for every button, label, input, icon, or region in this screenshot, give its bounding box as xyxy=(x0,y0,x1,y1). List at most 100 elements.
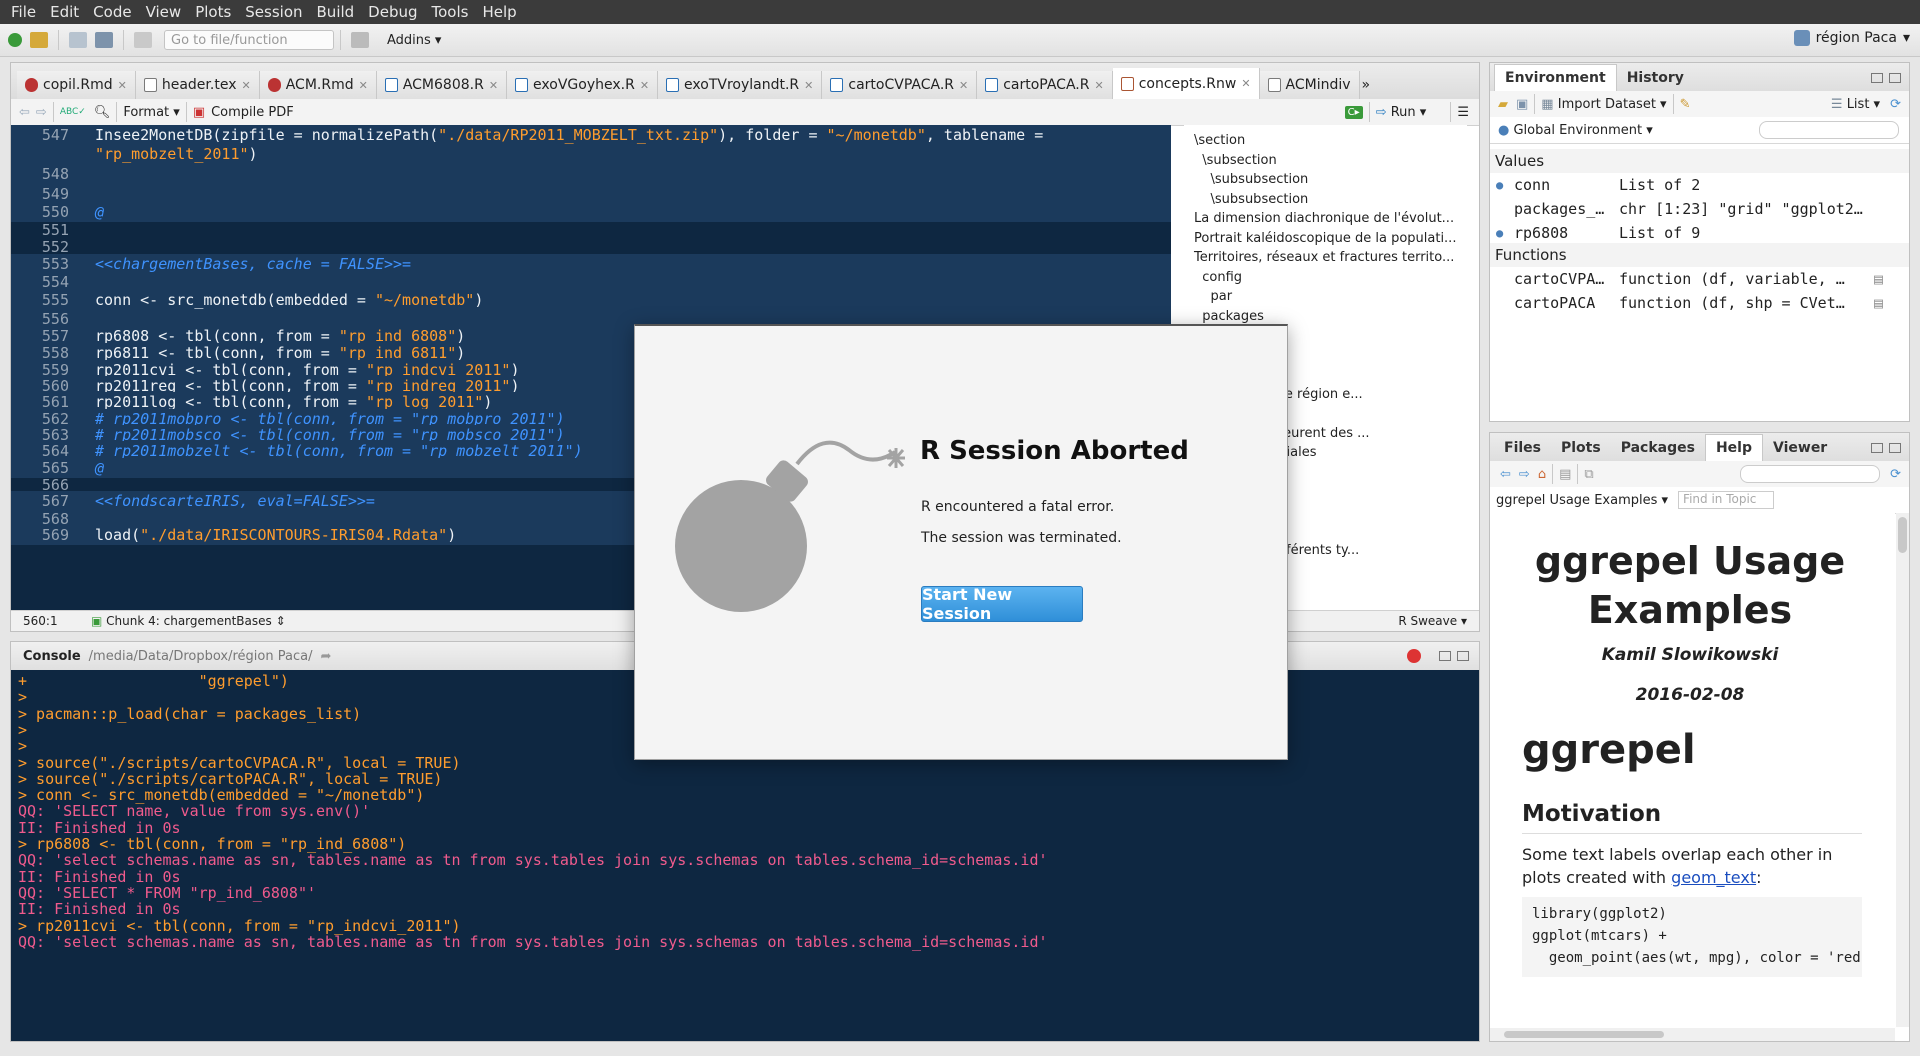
tab-header-tex[interactable]: header.tex ✕ xyxy=(135,71,260,99)
refresh-icon[interactable]: ⟳ xyxy=(1890,467,1901,482)
menu-tools[interactable]: Tools xyxy=(425,3,476,21)
environment-row[interactable]: cartoPACA function (df, shp = CVet… ▤ xyxy=(1490,291,1909,315)
code-line[interactable]: 554 xyxy=(11,272,1171,292)
menu-plots[interactable]: Plots xyxy=(188,3,238,21)
stop-icon[interactable] xyxy=(1407,649,1421,663)
tab-acm6808-r[interactable]: ACM6808.R ✕ xyxy=(376,71,508,99)
outline-item[interactable]: \section xyxy=(1184,133,1467,153)
help-scrollbar[interactable] xyxy=(1896,513,1909,1027)
code-line[interactable]: 548 xyxy=(11,164,1171,184)
tab-concepts-rnw[interactable]: concepts.Rnw ✕ xyxy=(1112,68,1260,99)
start-new-session-button[interactable]: Start New Session xyxy=(921,585,1083,623)
print-icon[interactable]: ▤ xyxy=(1559,467,1571,482)
environment-search-input[interactable] xyxy=(1759,121,1899,139)
spellcheck-icon[interactable]: ABC✓ xyxy=(60,107,86,117)
menu-file[interactable]: File xyxy=(0,3,43,21)
project-menu[interactable]: région Paca ▾ xyxy=(1793,30,1910,46)
tab-environment[interactable]: Environment xyxy=(1494,64,1617,91)
close-icon[interactable]: ✕ xyxy=(489,79,498,92)
tab-cartopaca-r[interactable]: cartoPACA.R ✕ xyxy=(977,71,1113,99)
popout-icon[interactable]: ⧉ xyxy=(1584,467,1593,482)
compile-pdf-button[interactable]: Compile PDF xyxy=(211,105,294,120)
outline-item[interactable]: \subsubsection xyxy=(1184,192,1467,212)
environment-row[interactable]: ● conn List of 2 xyxy=(1490,173,1909,197)
code-line[interactable]: 553 <<chargementBases, cache = FALSE>>= xyxy=(11,254,1171,274)
format-menu[interactable]: Format ▾ xyxy=(123,105,179,120)
more-tabs-icon[interactable]: » xyxy=(1362,77,1371,93)
tab-cartocvpaca-r[interactable]: cartoCVPACA.R ✕ xyxy=(822,71,978,99)
close-icon[interactable]: ✕ xyxy=(359,79,368,92)
tab-plots[interactable]: Plots xyxy=(1551,435,1611,461)
run-chunk-icon[interactable]: C▸ xyxy=(1344,105,1363,119)
forward-icon[interactable]: ⇨ xyxy=(1519,467,1530,482)
environment-row[interactable]: packages_… chr [1:23] "grid" "ggplot2… xyxy=(1490,197,1909,221)
find-icon[interactable]: 🔍︎ xyxy=(94,105,111,120)
view-function-icon[interactable]: ▤ xyxy=(1874,267,1883,291)
tab-copil-rmd[interactable]: copil.Rmd ✕ xyxy=(17,71,136,99)
workspace-panes-icon[interactable] xyxy=(351,32,369,48)
close-icon[interactable]: ✕ xyxy=(1241,77,1250,90)
code-line[interactable]: 549 xyxy=(11,184,1171,204)
file-type-menu[interactable]: R Sweave ▾ xyxy=(1398,614,1467,628)
view-function-icon[interactable]: ▤ xyxy=(1874,291,1883,315)
tab-files[interactable]: Files xyxy=(1494,435,1551,461)
clear-workspace-icon[interactable]: ✎ xyxy=(1680,97,1691,112)
outline-item[interactable]: config xyxy=(1184,270,1467,290)
chunk-indicator[interactable]: ▣ Chunk 4: chargementBases ⇕ xyxy=(91,614,286,628)
refresh-icon[interactable]: ⟳ xyxy=(1890,97,1901,112)
code-line[interactable]: "rp_mobzelt_2011") xyxy=(11,144,1171,164)
maximize-icon[interactable] xyxy=(1889,443,1901,453)
close-icon[interactable]: ✕ xyxy=(804,79,813,92)
expand-icon[interactable]: ● xyxy=(1496,221,1503,245)
code-line[interactable]: 550 @ xyxy=(11,202,1171,222)
geom-text-link[interactable]: geom_text xyxy=(1671,868,1756,887)
menu-debug[interactable]: Debug xyxy=(361,3,424,21)
addins-menu[interactable]: Addins ▾ xyxy=(387,33,441,48)
help-topic-menu[interactable]: ggrepel Usage Examples ▾ xyxy=(1496,493,1668,508)
open-project-icon[interactable] xyxy=(30,32,48,48)
home-icon[interactable]: ⌂ xyxy=(1538,467,1546,482)
minimize-icon[interactable] xyxy=(1871,73,1883,83)
menu-build[interactable]: Build xyxy=(310,3,362,21)
maximize-icon[interactable] xyxy=(1457,651,1469,661)
outline-item[interactable]: \subsubsection xyxy=(1184,172,1467,192)
load-workspace-icon[interactable]: ▰ xyxy=(1498,97,1508,112)
save-icon[interactable] xyxy=(69,32,87,48)
outline-item[interactable]: La dimension diachronique de l'évolut... xyxy=(1184,211,1467,231)
forward-icon[interactable]: ⇨ xyxy=(36,105,47,120)
tab-packages[interactable]: Packages xyxy=(1611,435,1705,461)
code-line[interactable]: 555 conn <- src_monetdb(embedded = "~/mon… xyxy=(11,290,1171,310)
help-hscrollbar[interactable] xyxy=(1490,1028,1895,1041)
back-icon[interactable]: ⇦ xyxy=(1500,467,1511,482)
close-icon[interactable]: ✕ xyxy=(640,79,649,92)
print-icon[interactable] xyxy=(134,32,152,48)
environment-scope-menu[interactable]: ● Global Environment ▾ xyxy=(1498,123,1653,138)
environment-row[interactable]: cartoCVPA… function (df, variable, … ▤ xyxy=(1490,267,1909,291)
close-icon[interactable]: ✕ xyxy=(242,79,251,92)
show-outline-icon[interactable]: ☰ xyxy=(1457,105,1469,120)
goto-file-input[interactable]: Go to file/function xyxy=(164,30,334,50)
outline-item[interactable]: Portrait kaléidoscopique de la populati.… xyxy=(1184,231,1467,251)
save-workspace-icon[interactable]: ▣ xyxy=(1516,97,1528,112)
menu-code[interactable]: Code xyxy=(86,3,138,21)
tab-viewer[interactable]: Viewer xyxy=(1763,435,1837,461)
menu-session[interactable]: Session xyxy=(238,3,309,21)
minimize-icon[interactable] xyxy=(1439,651,1451,661)
close-icon[interactable]: ✕ xyxy=(118,79,127,92)
outline-item[interactable]: Territoires, réseaux et fractures territ… xyxy=(1184,250,1467,270)
outline-item[interactable]: par xyxy=(1184,289,1467,309)
tab-history[interactable]: History xyxy=(1617,65,1694,91)
tab-help[interactable]: Help xyxy=(1704,434,1763,461)
tab-acmindiv[interactable]: ACMindiv xyxy=(1259,71,1360,99)
find-in-topic-input[interactable]: Find in Topic xyxy=(1678,491,1775,509)
run-button[interactable]: ⇨ Run ▾ xyxy=(1376,105,1427,120)
close-icon[interactable]: ✕ xyxy=(1094,79,1103,92)
new-file-icon[interactable] xyxy=(8,33,22,47)
menu-help[interactable]: Help xyxy=(475,3,523,21)
menu-view[interactable]: View xyxy=(139,3,189,21)
close-icon[interactable]: ✕ xyxy=(959,79,968,92)
tab-exotvroylandt-r[interactable]: exoTVroylandt.R ✕ xyxy=(658,71,823,99)
menu-edit[interactable]: Edit xyxy=(43,3,86,21)
outline-item[interactable]: \subsection xyxy=(1184,153,1467,173)
go-to-dir-icon[interactable]: ➦ xyxy=(320,649,331,664)
